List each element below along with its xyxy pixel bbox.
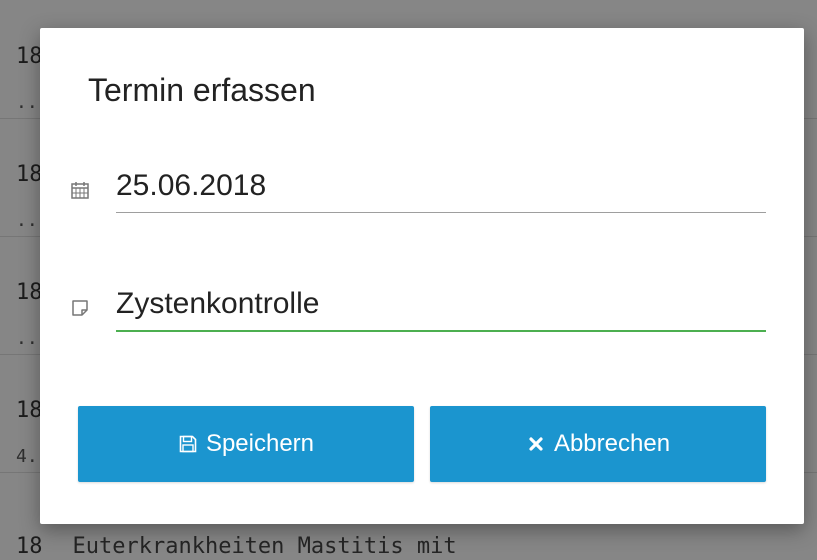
date-field-group: [70, 160, 766, 220]
save-button-label: Speichern: [205, 430, 315, 457]
calendar-icon: [70, 180, 90, 200]
note-input-underline: [116, 330, 766, 332]
date-input-underline: [116, 212, 766, 213]
note-input[interactable]: [116, 278, 766, 330]
date-input[interactable]: [116, 160, 766, 212]
cancel-button-label: Abbrechen: [553, 430, 671, 457]
close-icon: [526, 434, 546, 454]
note-icon: [70, 298, 90, 318]
floppy-disk-icon: [178, 434, 198, 454]
appointment-dialog: Termin erfassen 25.06.2018 Zystenkontrol…: [40, 28, 804, 524]
save-button[interactable]: Speichern: [78, 406, 414, 482]
dialog-title: Termin erfassen: [88, 72, 316, 108]
note-field-group: [70, 278, 766, 338]
cancel-button[interactable]: Abbrechen: [430, 406, 766, 482]
